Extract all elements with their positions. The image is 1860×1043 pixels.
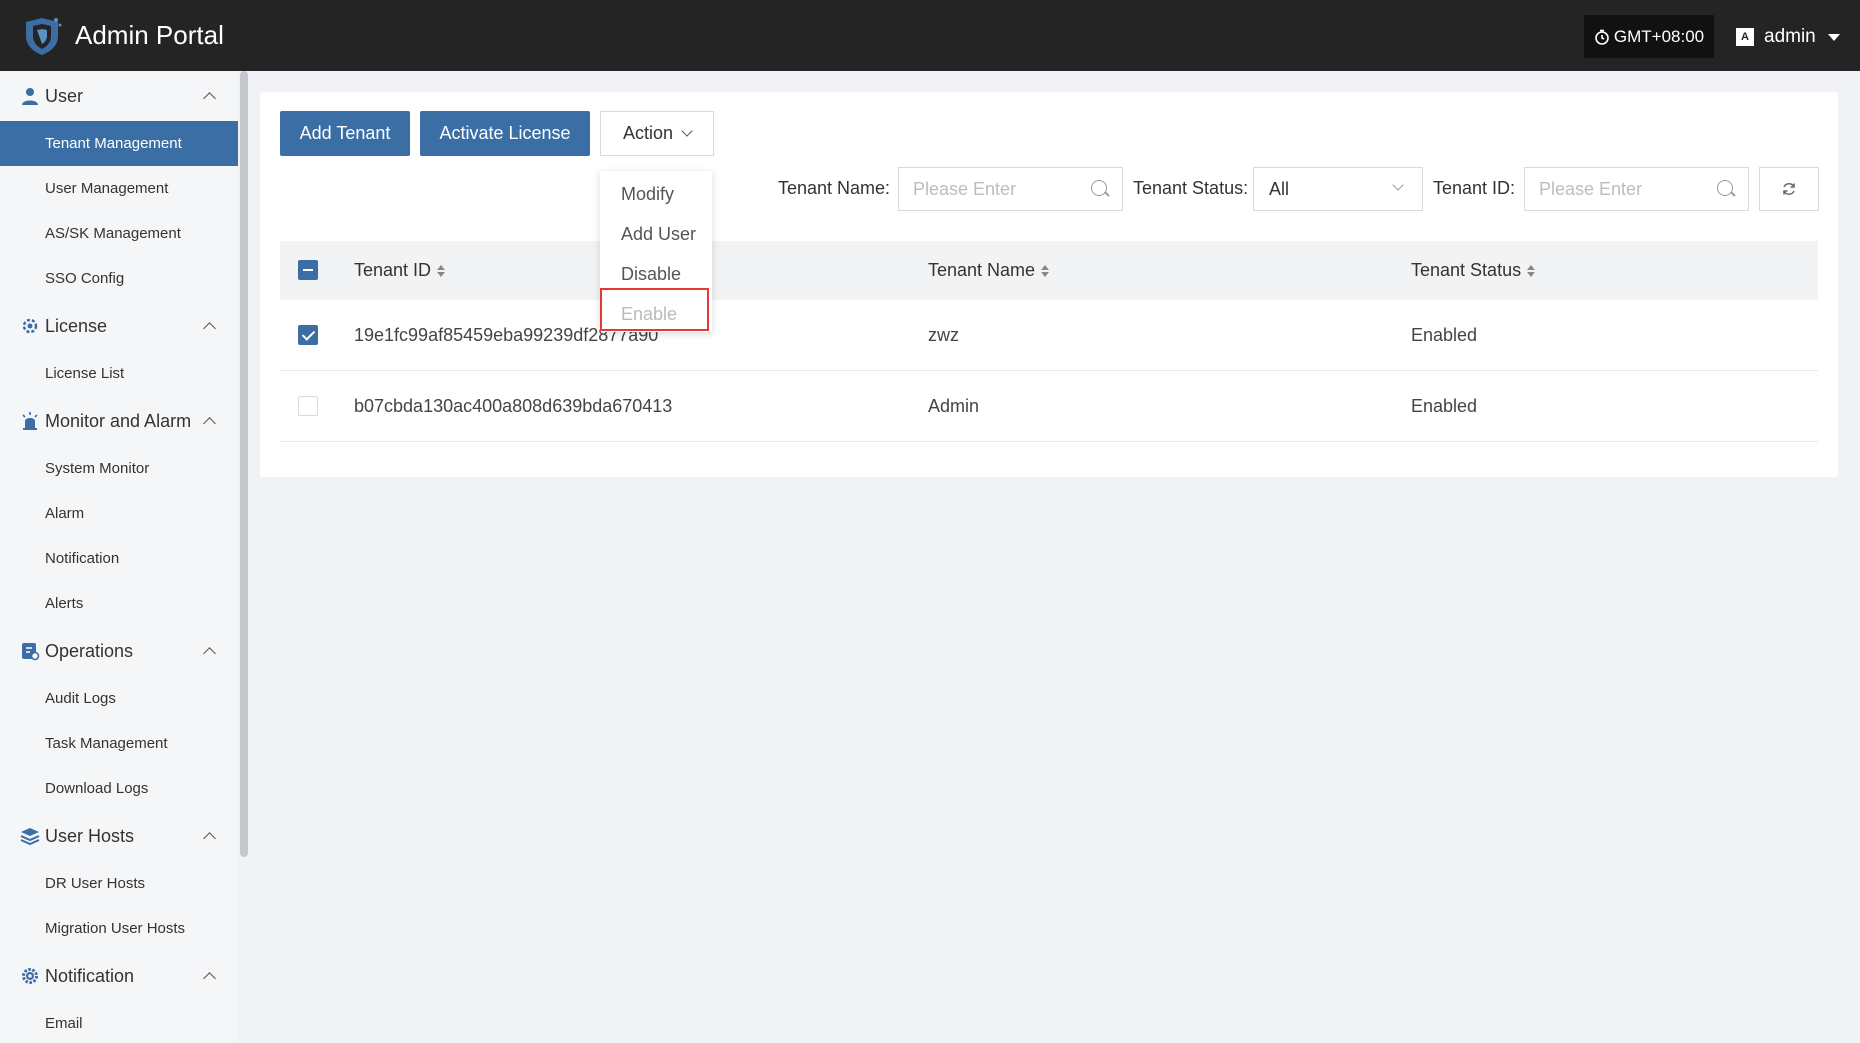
- sidebar-item-sso-config[interactable]: SSO Config: [0, 256, 238, 301]
- timezone-label: GMT+08:00: [1613, 26, 1705, 46]
- sort-icon[interactable]: [1041, 264, 1050, 277]
- sidebar-group-user-hosts[interactable]: User Hosts: [0, 813, 238, 859]
- user-icon: [22, 88, 38, 105]
- sidebar: User Tenant Management User Management A…: [0, 71, 238, 1043]
- chevron-up-icon: [203, 831, 216, 845]
- menu-item-modify[interactable]: Modify: [600, 174, 712, 214]
- sidebar-item-as-sk-management[interactable]: AS/SK Management: [0, 211, 238, 256]
- sidebar-item-tenant-management[interactable]: Tenant Management: [0, 121, 238, 166]
- sidebar-group-user[interactable]: User: [0, 73, 238, 119]
- column-header-tenant-name[interactable]: Tenant Name: [928, 241, 1050, 300]
- sidebar-item-email[interactable]: Email: [0, 1001, 238, 1043]
- sidebar-item-migration-user-hosts[interactable]: Migration User Hosts: [0, 906, 238, 951]
- top-header: Admin Portal GMT+08:00 A admin: [0, 0, 1860, 71]
- sidebar-group-operations[interactable]: Operations: [0, 628, 238, 674]
- tenant-status-label: Tenant Status:: [1133, 178, 1249, 198]
- cell-tenant-status: Enabled: [1411, 324, 1478, 345]
- tenant-name-input[interactable]: [898, 167, 1123, 211]
- menu-item-enable[interactable]: Enable: [600, 294, 712, 334]
- menu-item-add-user[interactable]: Add User: [600, 214, 712, 254]
- cell-tenant-id: b07cbda130ac400a808d639bda670413: [354, 395, 673, 416]
- layers-icon: [20, 828, 40, 846]
- tenant-status-value: All: [1269, 178, 1290, 199]
- sidebar-item-license-list[interactable]: License List: [0, 351, 238, 396]
- column-header-tenant-status[interactable]: Tenant Status: [1411, 241, 1536, 300]
- sidebar-group-label: User: [45, 85, 84, 106]
- cell-tenant-name: Admin: [928, 395, 980, 416]
- sidebar-group-label: User Hosts: [45, 825, 135, 846]
- menu-item-disable[interactable]: Disable: [600, 254, 712, 294]
- chevron-down-icon: [1392, 179, 1404, 191]
- language-icon[interactable]: A: [1736, 28, 1754, 46]
- activate-license-button[interactable]: Activate License: [420, 111, 590, 156]
- sidebar-item-download-logs[interactable]: Download Logs: [0, 766, 238, 811]
- caret-down-icon: [1827, 33, 1840, 41]
- sidebar-group-label: License: [45, 315, 108, 336]
- alarm-icon: [22, 412, 38, 430]
- sidebar-group-label: Operations: [45, 640, 134, 661]
- search-icon[interactable]: [1717, 180, 1733, 196]
- license-icon: [22, 318, 38, 334]
- sidebar-item-alarm[interactable]: Alarm: [0, 491, 238, 536]
- column-label: Tenant Status: [1411, 260, 1522, 280]
- tenant-id-label: Tenant ID:: [1433, 178, 1516, 198]
- clock-icon: [1595, 29, 1609, 45]
- cell-tenant-name: zwz: [928, 324, 959, 345]
- add-tenant-button[interactable]: Add Tenant: [280, 111, 410, 156]
- chevron-up-icon: [203, 646, 216, 660]
- select-all-checkbox[interactable]: [298, 260, 318, 280]
- sort-icon[interactable]: [1527, 264, 1536, 277]
- tenant-status-select[interactable]: All: [1253, 167, 1423, 211]
- tenant-id-input[interactable]: [1524, 167, 1749, 211]
- column-label: Tenant ID: [354, 260, 432, 280]
- sidebar-group-license[interactable]: License: [0, 303, 238, 349]
- shield-logo-icon: [26, 18, 62, 55]
- sidebar-item-task-management[interactable]: Task Management: [0, 721, 238, 766]
- table-row[interactable]: 19e1fc99af85459eba99239df2877a90 zwz Ena…: [280, 300, 1818, 371]
- table-row[interactable]: b07cbda130ac400a808d639bda670413 Admin E…: [280, 371, 1818, 442]
- action-dropdown-menu: Modify Add User Disable Enable: [600, 171, 712, 332]
- chevron-up-icon: [203, 91, 216, 105]
- column-header-tenant-id[interactable]: Tenant ID: [354, 241, 446, 300]
- refresh-button[interactable]: [1759, 167, 1819, 211]
- operations-icon: [22, 643, 40, 661]
- chevron-up-icon: [203, 416, 216, 430]
- action-button-label: Action: [622, 123, 674, 143]
- action-dropdown-button[interactable]: Action: [600, 111, 714, 156]
- row-checkbox[interactable]: [298, 325, 318, 345]
- sidebar-item-audit-logs[interactable]: Audit Logs: [0, 676, 238, 721]
- app-title: Admin Portal: [75, 20, 224, 50]
- cell-tenant-status: Enabled: [1411, 395, 1478, 416]
- sidebar-group-label: Monitor and Alarm: [45, 410, 192, 431]
- refresh-icon: [1783, 183, 1795, 195]
- chevron-down-icon: [681, 125, 693, 137]
- column-label: Tenant Name: [928, 260, 1036, 280]
- sidebar-item-dr-user-hosts[interactable]: DR User Hosts: [0, 861, 238, 906]
- search-icon[interactable]: [1091, 180, 1107, 196]
- timezone-indicator[interactable]: GMT+08:00: [1584, 15, 1714, 58]
- tenant-name-label: Tenant Name:: [778, 178, 891, 198]
- username: admin: [1764, 26, 1816, 47]
- sidebar-group-label: Notification: [45, 965, 135, 986]
- user-menu[interactable]: A admin: [1736, 24, 1840, 50]
- row-checkbox[interactable]: [298, 396, 318, 416]
- sidebar-item-notification[interactable]: Notification: [0, 536, 238, 581]
- sidebar-item-user-management[interactable]: User Management: [0, 166, 238, 211]
- sidebar-scrollbar-thumb[interactable]: [240, 71, 248, 857]
- sidebar-group-notification[interactable]: Notification: [0, 953, 238, 999]
- sort-icon[interactable]: [437, 264, 446, 277]
- sidebar-group-monitor-alarm[interactable]: Monitor and Alarm: [0, 398, 238, 444]
- sidebar-scrollbar[interactable]: [238, 71, 250, 1043]
- chevron-up-icon: [203, 971, 216, 985]
- sidebar-item-alerts[interactable]: Alerts: [0, 581, 238, 626]
- sidebar-item-system-monitor[interactable]: System Monitor: [0, 446, 238, 491]
- gear-icon: [22, 968, 38, 984]
- chevron-up-icon: [203, 321, 216, 335]
- table-header: Tenant ID Tenant Name Tenant Status: [280, 241, 1818, 300]
